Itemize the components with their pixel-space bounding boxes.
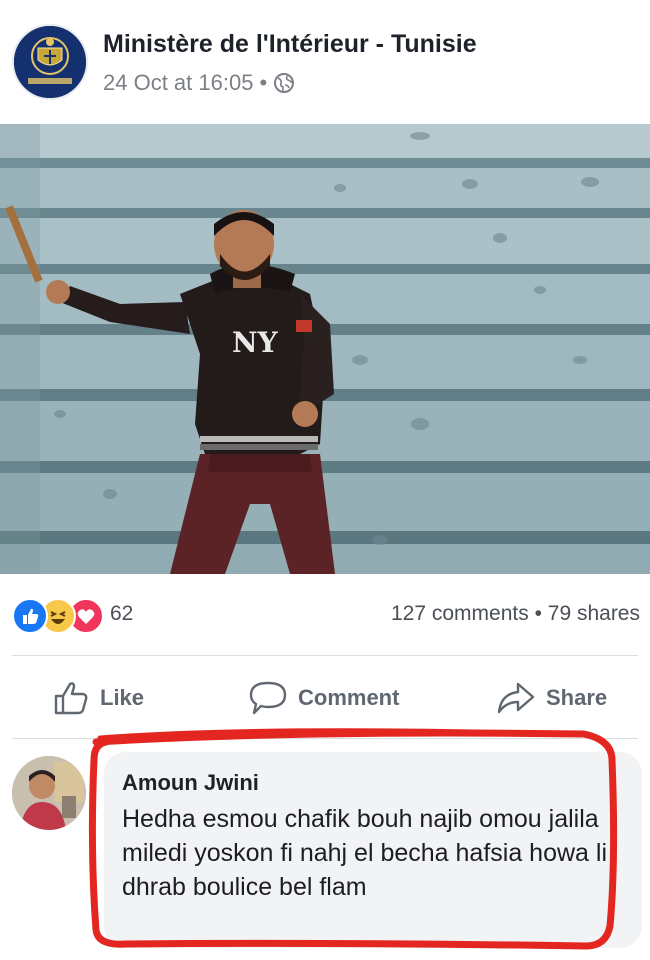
avatar-photo xyxy=(12,756,86,830)
action-bar: Like Comment Share xyxy=(0,668,650,728)
stadium-photo: NY xyxy=(0,124,650,574)
reactions-summary: 62 127 comments • 79 shares xyxy=(0,590,650,640)
comments-count[interactable]: 127 comments xyxy=(391,602,529,625)
like-label: Like xyxy=(100,685,145,710)
share-label: Share xyxy=(546,685,608,710)
share-button[interactable]: Share xyxy=(496,680,607,716)
post-timestamp[interactable]: 24 Oct at 16:05 xyxy=(103,70,253,96)
post-photo[interactable]: NY xyxy=(0,124,650,574)
comment-bubble-icon xyxy=(249,681,287,715)
comment-item: Amoun Jwini Hedha esmou chafik bouh naji… xyxy=(0,748,650,960)
divider xyxy=(12,738,638,739)
thumbs-up-icon xyxy=(54,682,88,715)
comment-author[interactable]: Amoun Jwini xyxy=(122,770,259,796)
page-name[interactable]: Ministère de l'Intérieur - Tunisie xyxy=(103,30,477,59)
commenter-avatar[interactable] xyxy=(12,756,86,830)
reaction-count[interactable]: 62 xyxy=(110,602,133,626)
like-button[interactable]: Like xyxy=(52,680,144,716)
comment-text: Hedha esmou chafik bouh najib omou jalil… xyxy=(122,805,607,901)
ministry-emblem-icon xyxy=(14,26,86,98)
stats-separator: • xyxy=(534,602,542,625)
reaction-icons[interactable] xyxy=(12,598,104,634)
like-reaction-icon xyxy=(12,598,48,634)
globe-icon xyxy=(274,73,295,93)
page-avatar[interactable] xyxy=(12,24,88,100)
engagement-stats: 127 comments • 79 shares xyxy=(391,602,640,626)
divider xyxy=(12,655,638,656)
post-meta: 24 Oct at 16:05 • xyxy=(103,70,295,96)
share-arrow-icon xyxy=(497,682,535,714)
comment-button[interactable]: Comment xyxy=(248,680,399,716)
post-header: Ministère de l'Intérieur - Tunisie 24 Oc… xyxy=(0,0,650,120)
shares-count[interactable]: 79 shares xyxy=(548,602,640,625)
jacket-logo: NY xyxy=(232,326,279,359)
comment-bubble[interactable]: Amoun Jwini Hedha esmou chafik bouh naji… xyxy=(104,752,642,948)
meta-separator: • xyxy=(259,70,268,95)
comment-label: Comment xyxy=(298,685,400,710)
